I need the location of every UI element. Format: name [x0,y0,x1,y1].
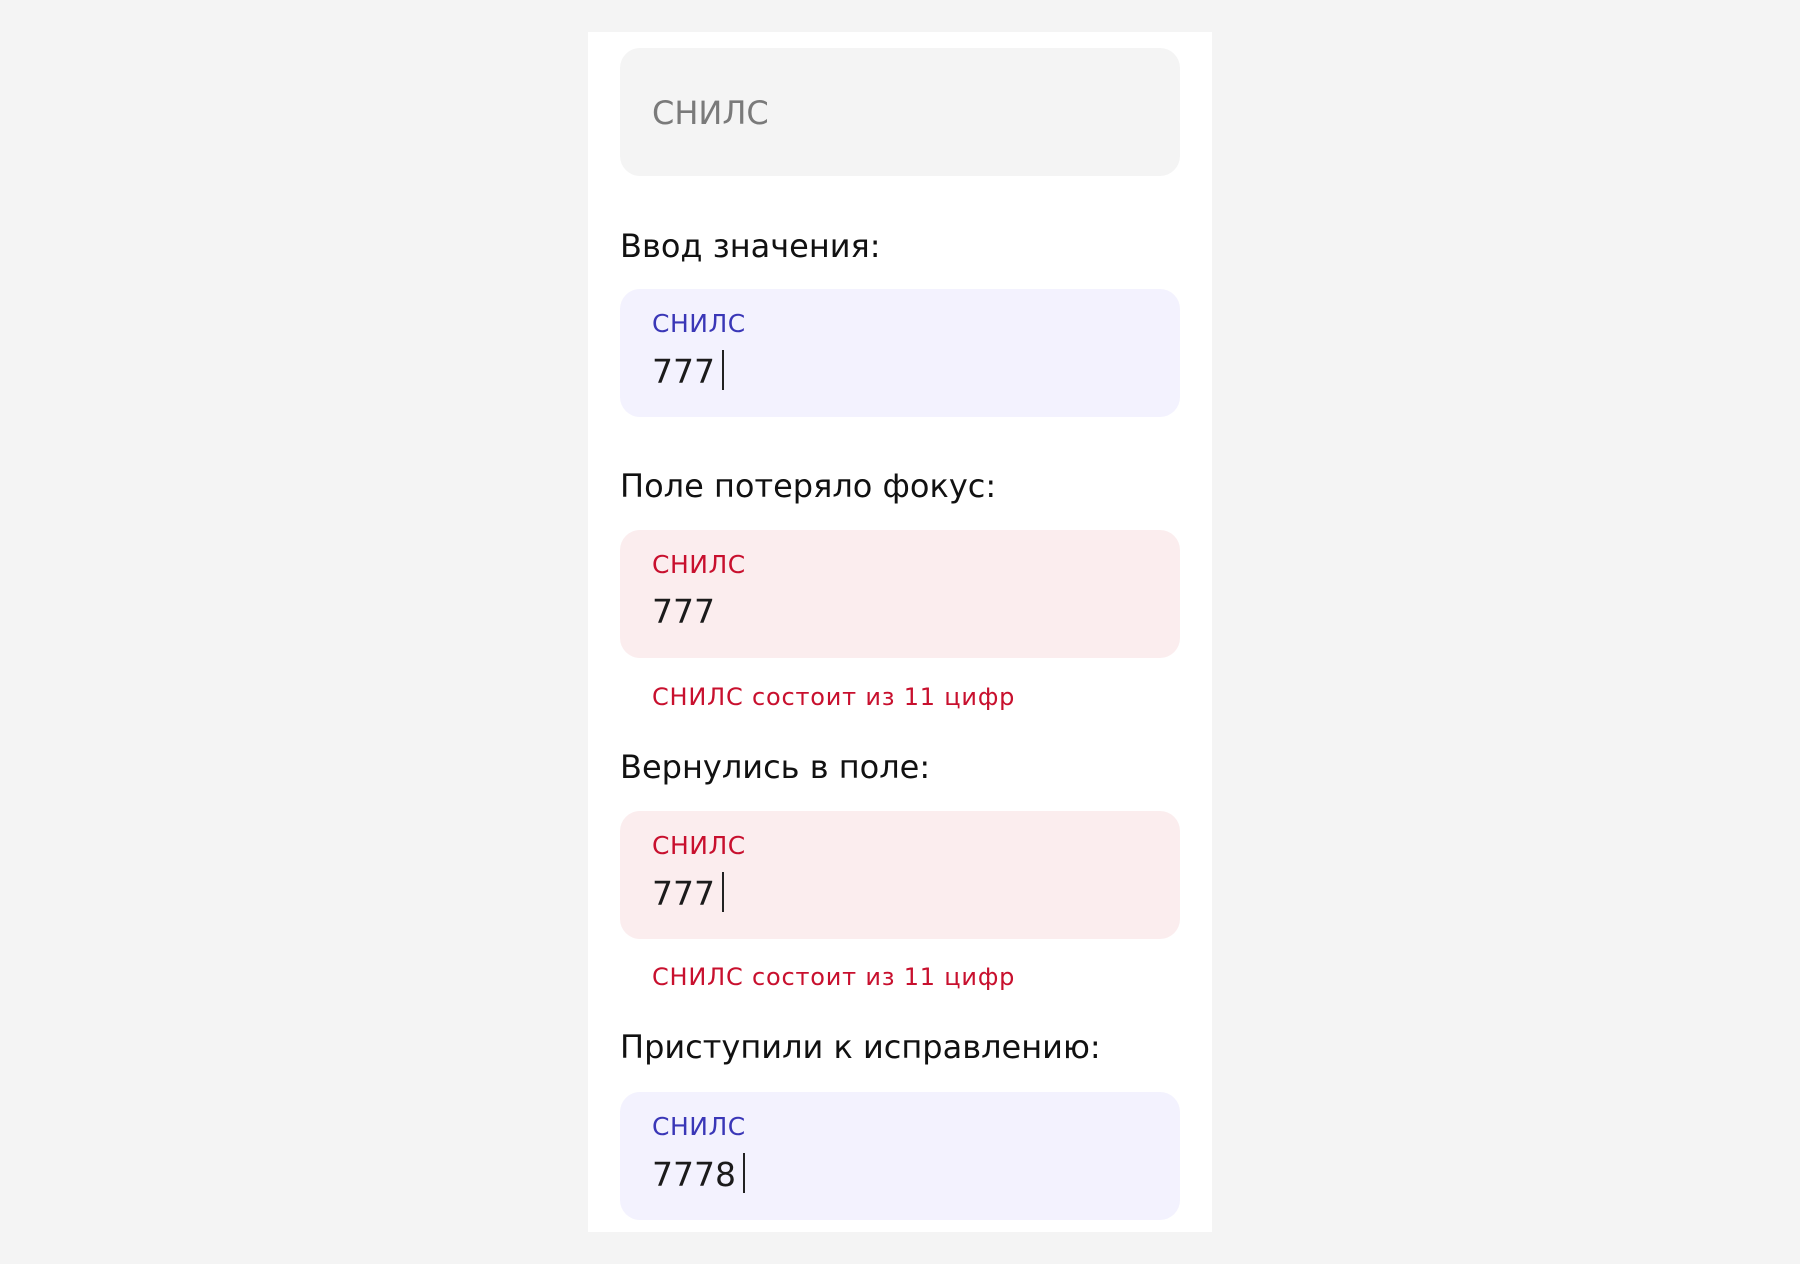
snils-input-correcting[interactable]: СНИЛС 7778 [620,1092,1180,1220]
state-title-blurred: Поле потеряло фокус: [620,467,997,505]
snils-field-value: 777 [652,592,715,631]
snils-placeholder: СНИЛС [652,94,769,132]
form-states-panel: СНИЛС Ввод значения: СНИЛС 777 Поле поте… [588,32,1212,1232]
text-caret [722,350,724,390]
snils-field-value: 777 [652,350,724,393]
state-title-entering: Ввод значения: [620,227,881,265]
snils-error-message: СНИЛС состоит из 11 цифр [652,963,1016,991]
text-caret [722,872,724,912]
snils-error-message: СНИЛС состоит из 11 цифр [652,683,1016,711]
state-title-refocused: Вернулись в поле: [620,748,931,786]
snils-input-error-focused[interactable]: СНИЛС 777 [620,811,1180,939]
state-title-correcting: Приступили к исправлению: [620,1028,1101,1066]
snils-input-focused[interactable]: СНИЛС 777 [620,289,1180,417]
snils-input-error[interactable]: СНИЛС 777 [620,530,1180,658]
text-caret [742,1153,745,1193]
snils-field-label: СНИЛС [652,309,746,338]
snils-field-value: 7778 [652,1153,745,1196]
snils-field-label: СНИЛС [652,831,746,860]
snils-field-label: СНИЛС [652,550,746,579]
snils-field-label: СНИЛС [652,1112,746,1141]
snils-field-value: 777 [652,872,724,915]
snils-input-empty[interactable]: СНИЛС [620,48,1180,176]
